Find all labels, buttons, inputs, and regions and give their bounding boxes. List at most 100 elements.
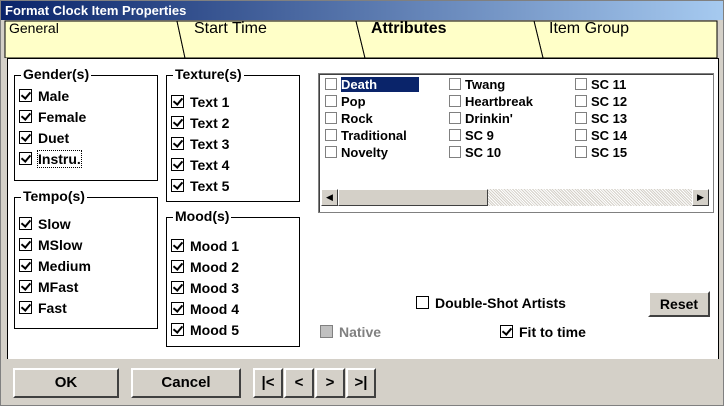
checkbox-label: Male <box>38 88 70 104</box>
list-item-label: SC 14 <box>591 128 628 143</box>
check-icon <box>19 301 32 314</box>
list-item-label: SC 10 <box>465 145 502 160</box>
check-icon <box>19 217 32 230</box>
scroll-left-arrow-icon[interactable]: ◀ <box>321 189 338 206</box>
list-item-rock[interactable]: Rock <box>325 111 373 126</box>
list-item-twang[interactable]: Twang <box>449 77 505 92</box>
checkbox-medium[interactable]: Medium <box>19 258 91 274</box>
horizontal-scrollbar[interactable]: ◀ ▶ <box>321 189 709 206</box>
gender-group: Gender(s) Male Female Duet Instru. <box>14 66 158 181</box>
attributes-panel: Gender(s) Male Female Duet Instru. Tempo… <box>7 58 719 360</box>
tab-item-group[interactable]: Item Group <box>543 20 713 58</box>
checkbox-label: MFast <box>38 279 79 295</box>
list-item-sc-13[interactable]: SC 13 <box>575 111 627 126</box>
checkbox-icon <box>575 78 587 90</box>
ok-button[interactable]: OK <box>13 368 119 398</box>
checkbox-icon <box>325 112 337 124</box>
check-icon <box>19 280 32 293</box>
list-item-sc-9[interactable]: SC 9 <box>449 128 494 143</box>
list-item-traditional[interactable]: Traditional <box>325 128 407 143</box>
check-icon <box>171 116 184 129</box>
checkbox-mood-4[interactable]: Mood 4 <box>171 301 239 317</box>
checkbox-label: Fit to time <box>519 324 586 340</box>
list-item-sc-11[interactable]: SC 11 <box>575 77 626 92</box>
checkbox-label: Native <box>339 324 382 340</box>
list-item-heartbreak[interactable]: Heartbreak <box>449 94 533 109</box>
checkbox-text-1[interactable]: Text 1 <box>171 94 229 110</box>
checkbox-male[interactable]: Male <box>19 88 69 104</box>
tab-start-time[interactable]: Start Time <box>186 20 351 58</box>
window-title: Format Clock Item Properties <box>5 3 187 18</box>
checkbox-instru[interactable]: Instru. <box>19 150 82 168</box>
check-icon <box>171 281 184 294</box>
checkbox-text-2[interactable]: Text 2 <box>171 115 229 131</box>
tab-start-time-label: Start Time <box>194 20 267 37</box>
checkbox-text-4[interactable]: Text 4 <box>171 157 229 173</box>
checkbox-label: Mood 4 <box>190 301 239 317</box>
list-item-label: Novelty <box>341 145 388 160</box>
check-icon <box>19 152 32 165</box>
list-item-death[interactable]: Death <box>325 77 420 92</box>
checkbox-label: Text 2 <box>190 115 230 131</box>
check-icon <box>171 137 184 150</box>
check-icon <box>171 179 184 192</box>
checkbox-label: Duet <box>38 130 70 146</box>
check-icon <box>19 89 32 102</box>
checkbox-label: Mood 2 <box>190 259 239 275</box>
check-icon <box>500 325 513 338</box>
mood-group: Mood(s) Mood 1 Mood 2 Mood 3 Mood 4 Mood… <box>166 208 300 347</box>
checkbox-mood-1[interactable]: Mood 1 <box>171 238 239 254</box>
check-icon <box>19 238 32 251</box>
checkbox-icon <box>575 129 587 141</box>
checkbox-native[interactable]: Native <box>320 324 381 340</box>
checkbox-double-shot-artists[interactable]: Double-Shot Artists <box>416 295 566 311</box>
list-item-label: Twang <box>465 77 506 92</box>
list-item-sc-10[interactable]: SC 10 <box>449 145 501 160</box>
checkbox-female[interactable]: Female <box>19 109 86 125</box>
check-icon <box>171 323 184 336</box>
checkbox-text-5[interactable]: Text 5 <box>171 178 229 194</box>
next-record-button[interactable]: > <box>315 368 345 398</box>
tab-attributes-label: Attributes <box>371 20 447 37</box>
attributes-listbox[interactable]: Death Pop Rock Traditional Novelty Twang… <box>318 73 714 213</box>
reset-button[interactable]: Reset <box>648 291 710 317</box>
checkbox-icon <box>575 95 587 107</box>
checkbox-mood-5[interactable]: Mood 5 <box>171 322 239 338</box>
checkbox-icon <box>575 146 587 158</box>
first-record-button[interactable]: |< <box>253 368 283 398</box>
checkbox-label: Instru. <box>37 150 82 168</box>
check-icon <box>171 302 184 315</box>
checkbox-duet[interactable]: Duet <box>19 130 69 146</box>
list-item-sc-15[interactable]: SC 15 <box>575 145 627 160</box>
checkbox-label: Slow <box>38 216 71 232</box>
checkbox-mfast[interactable]: MFast <box>19 279 78 295</box>
list-item-drinkin[interactable]: Drinkin' <box>449 111 513 126</box>
checkbox-mslow[interactable]: MSlow <box>19 237 82 253</box>
checkbox-text-3[interactable]: Text 3 <box>171 136 229 152</box>
previous-record-button[interactable]: < <box>284 368 314 398</box>
checkbox-fast[interactable]: Fast <box>19 300 67 316</box>
checkbox-mood-3[interactable]: Mood 3 <box>171 280 239 296</box>
list-item-sc-12[interactable]: SC 12 <box>575 94 627 109</box>
texture-group-title: Texture(s) <box>173 66 244 82</box>
tab-general[interactable]: General <box>7 20 177 58</box>
list-item-novelty[interactable]: Novelty <box>325 145 388 160</box>
checkbox-slow[interactable]: Slow <box>19 216 71 232</box>
checkbox-fit-to-time[interactable]: Fit to time <box>500 324 586 340</box>
cancel-button[interactable]: Cancel <box>131 368 241 398</box>
scroll-thumb[interactable] <box>338 189 488 206</box>
mood-group-title: Mood(s) <box>173 208 232 224</box>
bottom-button-bar: OK Cancel |< < > >| <box>1 359 723 405</box>
scroll-right-arrow-icon[interactable]: ▶ <box>692 189 709 206</box>
list-item-label: Traditional <box>341 128 407 143</box>
checkbox-icon <box>325 129 337 141</box>
check-icon <box>19 259 32 272</box>
dialog-window: Format Clock Item Properties General Sta… <box>0 0 724 406</box>
checkbox-label: Mood 3 <box>190 280 239 296</box>
list-item-pop[interactable]: Pop <box>325 94 366 109</box>
list-item-sc-14[interactable]: SC 14 <box>575 128 627 143</box>
tab-attributes[interactable]: Attributes <box>365 20 535 58</box>
last-record-button[interactable]: >| <box>346 368 376 398</box>
checkbox-icon <box>575 112 587 124</box>
checkbox-mood-2[interactable]: Mood 2 <box>171 259 239 275</box>
